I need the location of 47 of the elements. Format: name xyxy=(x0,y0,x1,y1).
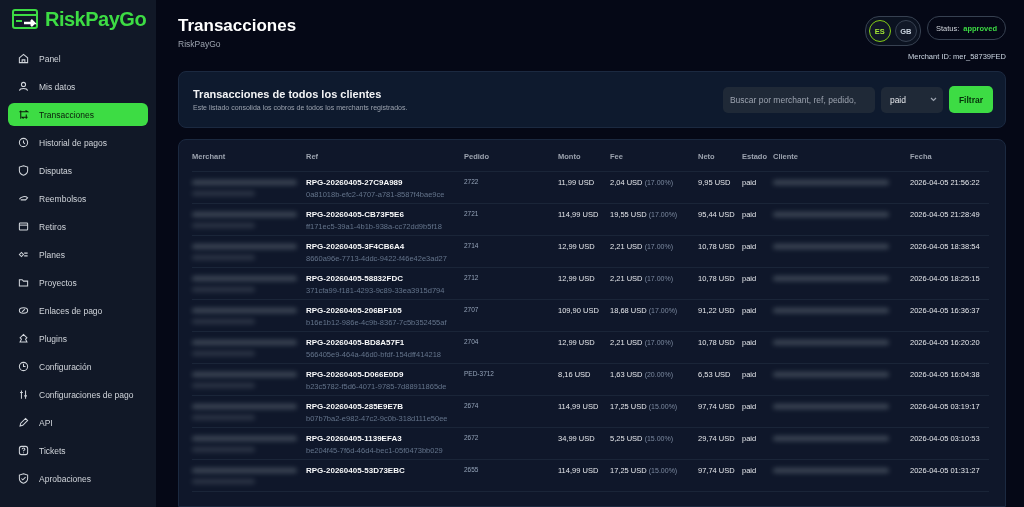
sidebar-item[interactable]: API xyxy=(8,411,148,434)
ref-code: RPG-20260405-58832FDC xyxy=(306,274,404,283)
sidebar-item[interactable]: Planes xyxy=(8,243,148,266)
search-field[interactable]: Buscar por merchant, ref, pedido, xyxy=(722,86,875,113)
history-icon xyxy=(18,137,29,148)
sliders-icon xyxy=(18,389,29,400)
shield-check-icon xyxy=(18,473,29,484)
clock-icon xyxy=(18,361,29,372)
filter-button[interactable]: Filtrar xyxy=(948,86,993,113)
page-title: Transacciones xyxy=(178,16,297,36)
sidebar-item[interactable]: Mis datos xyxy=(8,75,148,98)
sidebar-item[interactable]: Retiros xyxy=(8,215,148,238)
ref-code: RPG-20260405-3F4CB6A4 xyxy=(306,242,406,251)
arrows-icon xyxy=(18,109,29,120)
ref-code: RPG-20260405-53D73EBC xyxy=(306,466,406,475)
sidebar-item[interactable]: Panel xyxy=(8,47,148,70)
sidebar-item[interactable]: Enlaces de pago xyxy=(8,299,148,322)
help-icon xyxy=(18,445,29,456)
ref-code: RPG-20260405-206BF105 xyxy=(306,306,403,315)
sidebar-item[interactable]: Reembolsos xyxy=(8,187,148,210)
sidebar-item[interactable]: Plugins xyxy=(8,327,148,350)
sidebar-item[interactable]: Tickets xyxy=(8,439,148,462)
card-title: Transacciones de todos los clientes xyxy=(193,88,383,100)
ref-code: RPG-20260405-27C9A989 xyxy=(306,178,404,187)
ref-code: RPG-20260405-D066E0D9 xyxy=(306,370,405,379)
ref-code: RPG-20260405-285E9E7B xyxy=(306,402,404,411)
sidebar-item[interactable]: Historial de pagos xyxy=(8,131,148,154)
page-subtitle: RiskPayGo xyxy=(178,39,222,49)
folder-icon xyxy=(18,277,29,288)
sidebar-item[interactable]: Transacciones xyxy=(8,103,148,126)
shield-icon xyxy=(18,165,29,176)
sidebar-item[interactable]: Disputas xyxy=(8,159,148,182)
caret-icon xyxy=(929,97,937,102)
link-icon xyxy=(18,305,29,316)
sidebar-item[interactable]: Proyectos xyxy=(8,271,148,294)
ref-code: RPG-20260405-BD8A57F1 xyxy=(306,338,406,347)
brand-name: RiskPayGo xyxy=(45,8,147,31)
ref-code: RPG-20260405-1139EFA3 xyxy=(306,434,403,443)
pen-icon xyxy=(18,417,29,428)
home-icon xyxy=(18,53,29,64)
status-select[interactable]: paid xyxy=(880,86,943,113)
sidebar-item[interactable]: Configuración xyxy=(8,355,148,378)
sidebar-item[interactable]: Aprobaciones xyxy=(8,467,148,490)
wallet-icon xyxy=(18,221,29,232)
sidebar-item[interactable]: Configuraciones de pago xyxy=(8,383,148,406)
person-icon xyxy=(18,81,29,92)
ref-code: RPG-20260405-CB73F5E6 xyxy=(306,210,405,219)
